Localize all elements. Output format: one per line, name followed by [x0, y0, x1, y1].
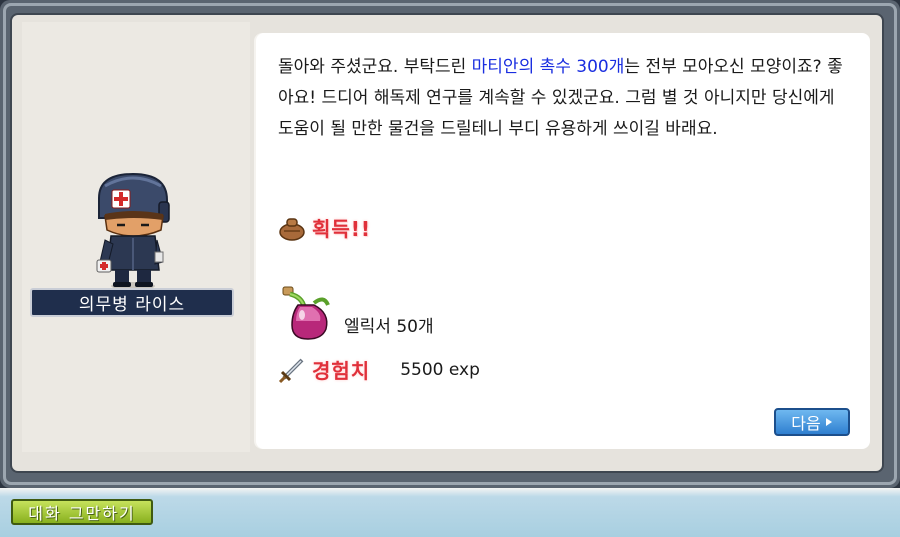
text-panel: 돌아와 주셨군요. 부탁드린 마티안의 촉수 300개는 전부 모아오신 모양이…	[256, 33, 870, 449]
obtain-label: 획득!!	[312, 217, 372, 241]
npc-portrait	[96, 172, 170, 290]
exp-row: 경험치 5500 exp	[278, 355, 480, 384]
reward-item-row: 엘릭서 50개	[278, 285, 434, 341]
message-text: 돌아와 주셨군요. 부탁드린	[278, 57, 472, 77]
arrow-right-icon	[825, 418, 832, 426]
exp-label: 경험치	[312, 359, 371, 383]
message-highlight: 마티안의 촉수 300개	[471, 57, 625, 77]
sword-icon	[278, 358, 304, 383]
exp-value: 5500 exp	[400, 359, 480, 380]
dialog-message: 돌아와 주셨군요. 부탁드린 마티안의 촉수 300개는 전부 모아오신 모양이…	[278, 52, 848, 145]
potion-flask-icon	[282, 286, 330, 340]
next-button[interactable]: 다음	[774, 408, 850, 436]
obtain-row: 획득!!	[278, 213, 371, 242]
npc-name-plate: 의무병 라이스	[30, 288, 234, 317]
npc-dialog: 의무병 라이스 돌아와 주셨군요. 부탁드린 마티안의 촉수 300개는 전부 …	[0, 0, 900, 537]
next-button-label: 다음	[791, 414, 821, 433]
quit-conversation-button[interactable]: 대화 그만하기	[11, 499, 153, 525]
reward-item-name: 엘릭서 50개	[344, 317, 434, 337]
bag-icon	[279, 217, 305, 241]
